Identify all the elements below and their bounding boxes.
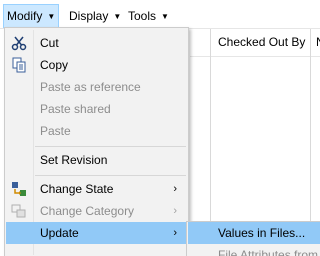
menu-modify-label: Modify — [7, 9, 43, 23]
menu-item-label: Update — [40, 226, 79, 240]
scissors-icon — [11, 35, 27, 51]
menu-item-label: Change State — [40, 182, 114, 196]
column-header-checked-out-by[interactable]: Checked Out By — [218, 35, 305, 49]
submenu-item-label: File Attributes from — [218, 248, 319, 256]
menu-item-change-category[interactable]: Change Category › — [6, 200, 187, 222]
menu-item-label: Set Revision — [40, 153, 108, 167]
caret-down-icon: ▼ — [161, 12, 169, 21]
submenu-arrow-icon: › — [173, 183, 177, 195]
column-header-next[interactable]: N — [316, 35, 320, 49]
menu-item-paste[interactable]: Paste — [6, 120, 187, 142]
menu-bar: Modify ▼ Display ▼ Tools ▼ — [0, 0, 320, 29]
submenu-item-file-attributes[interactable]: File Attributes from — [188, 244, 320, 256]
submenu-item-values-in-files[interactable]: Values in Files... — [188, 222, 320, 244]
menu-item-change-state[interactable]: Change State › — [6, 178, 187, 200]
menu-item-update[interactable]: Update › — [6, 222, 187, 244]
screen: Checked Out By N Modify ▼ Display ▼ Tools ▼ — [0, 0, 320, 256]
menu-item-label: Cut — [40, 36, 59, 50]
menu-item-label: Paste — [40, 124, 71, 138]
menu-item-label: Paste as reference — [40, 80, 141, 94]
menu-item-copy[interactable]: Copy — [6, 54, 187, 76]
submenu-item-label: Values in Files... — [218, 226, 306, 240]
menu-item-paste-as-reference[interactable]: Paste as reference — [6, 76, 187, 98]
menu-display[interactable]: Display ▼ — [66, 5, 124, 27]
menu-item-label: Paste shared — [40, 102, 111, 116]
menu-item-paste-shared[interactable]: Paste shared — [6, 98, 187, 120]
menu-tools[interactable]: Tools ▼ — [125, 5, 172, 27]
change-state-icon — [11, 181, 27, 197]
update-submenu: Values in Files... File Attributes from — [186, 221, 320, 256]
menu-item-label: Copy — [40, 58, 69, 72]
copy-icon — [11, 57, 27, 73]
submenu-arrow-icon: › — [173, 227, 177, 239]
modify-dropdown-menu: Cut Copy Paste as reference Paste shared… — [4, 27, 189, 256]
menu-item-set-revision[interactable]: Set Revision — [6, 149, 187, 171]
submenu-arrow-icon: › — [173, 205, 177, 217]
menu-separator — [35, 175, 186, 176]
menu-item-cut[interactable]: Cut — [6, 32, 187, 54]
caret-down-icon: ▼ — [47, 12, 56, 21]
change-category-icon — [11, 203, 27, 219]
menu-item-label: Change Category — [40, 204, 135, 218]
menu-tools-label: Tools — [128, 9, 157, 23]
caret-down-icon: ▼ — [113, 12, 122, 21]
menu-modify[interactable]: Modify ▼ — [3, 4, 60, 28]
menu-separator — [35, 146, 186, 147]
menu-display-label: Display — [69, 9, 109, 23]
